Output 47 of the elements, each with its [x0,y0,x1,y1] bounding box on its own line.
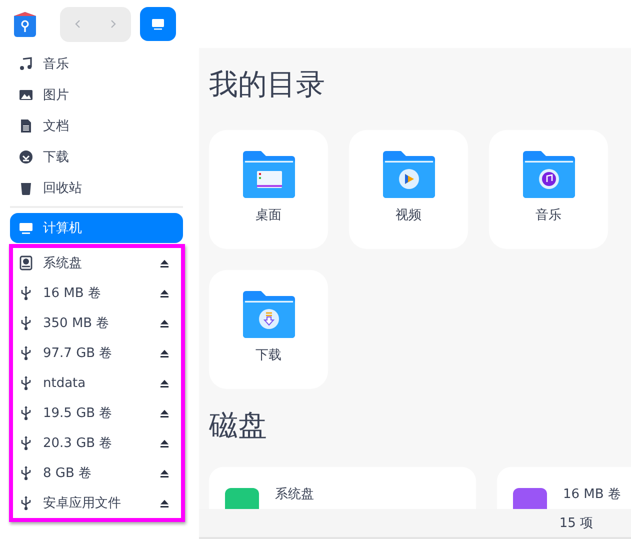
folder-card[interactable]: 桌面 [209,130,328,249]
sidebar-item[interactable]: 安卓应用文件 [13,488,178,518]
sidebar-item[interactable]: 下载 [10,141,183,172]
folder-icon [380,150,436,198]
eject-icon[interactable] [160,258,169,268]
sidebar-item[interactable]: 8 GB 卷 [13,458,178,488]
eject-icon[interactable] [160,318,169,328]
folder-card[interactable]: 音乐 [489,130,608,249]
sidebar-item[interactable]: 97.7 GB 卷 [13,338,178,368]
chevron-left-icon [72,19,83,29]
sidebar-icon [18,220,34,236]
sidebar-item[interactable]: 20.3 GB 卷 [13,428,178,458]
folder-icon [240,290,296,338]
eject-icon[interactable] [160,438,169,448]
sidebar-item[interactable]: 350 MB 卷 [13,308,178,338]
sidebar-icon [18,255,34,271]
section-heading: 磁盘 [209,407,268,444]
sidebar-icon [18,118,34,134]
folder-icon [520,150,576,198]
sidebar-item[interactable]: 文档 [10,110,183,141]
eject-icon[interactable] [160,288,169,298]
eject-icon[interactable] [160,468,169,478]
folder-icon [240,150,296,198]
sidebar-item[interactable]: 系统盘 [13,248,178,278]
sidebar-item[interactable]: 音乐 [10,48,183,79]
sidebar-item[interactable]: 16 MB 卷 [13,278,178,308]
section-heading: 我的目录 [209,66,326,103]
sidebar-icon [18,56,34,72]
app-logo-icon [11,10,39,38]
sidebar-item[interactable]: 回收站 [10,172,183,203]
monitor-icon [150,16,166,32]
disk-card[interactable]: 16 MB 卷 [497,467,631,509]
eject-icon[interactable] [160,348,169,358]
folder-card[interactable]: 视频 [349,130,468,249]
item-count: 15 项 [559,515,593,532]
eject-icon[interactable] [160,498,169,508]
folder-card[interactable]: 下载 [209,270,328,389]
eject-icon[interactable] [160,408,169,418]
sidebar-item[interactable]: 图片 [10,79,183,110]
sidebar-icon [18,148,34,164]
computer-view-button[interactable] [140,7,176,41]
sidebar-item[interactable]: ntdata [13,368,178,398]
disk-card[interactable]: 系统盘 [209,467,476,509]
sidebar-item[interactable]: 计算机 [10,213,183,243]
chevron-right-icon [108,19,118,29]
sidebar-item[interactable]: 19.5 GB 卷 [13,398,178,428]
eject-icon[interactable] [160,378,169,388]
